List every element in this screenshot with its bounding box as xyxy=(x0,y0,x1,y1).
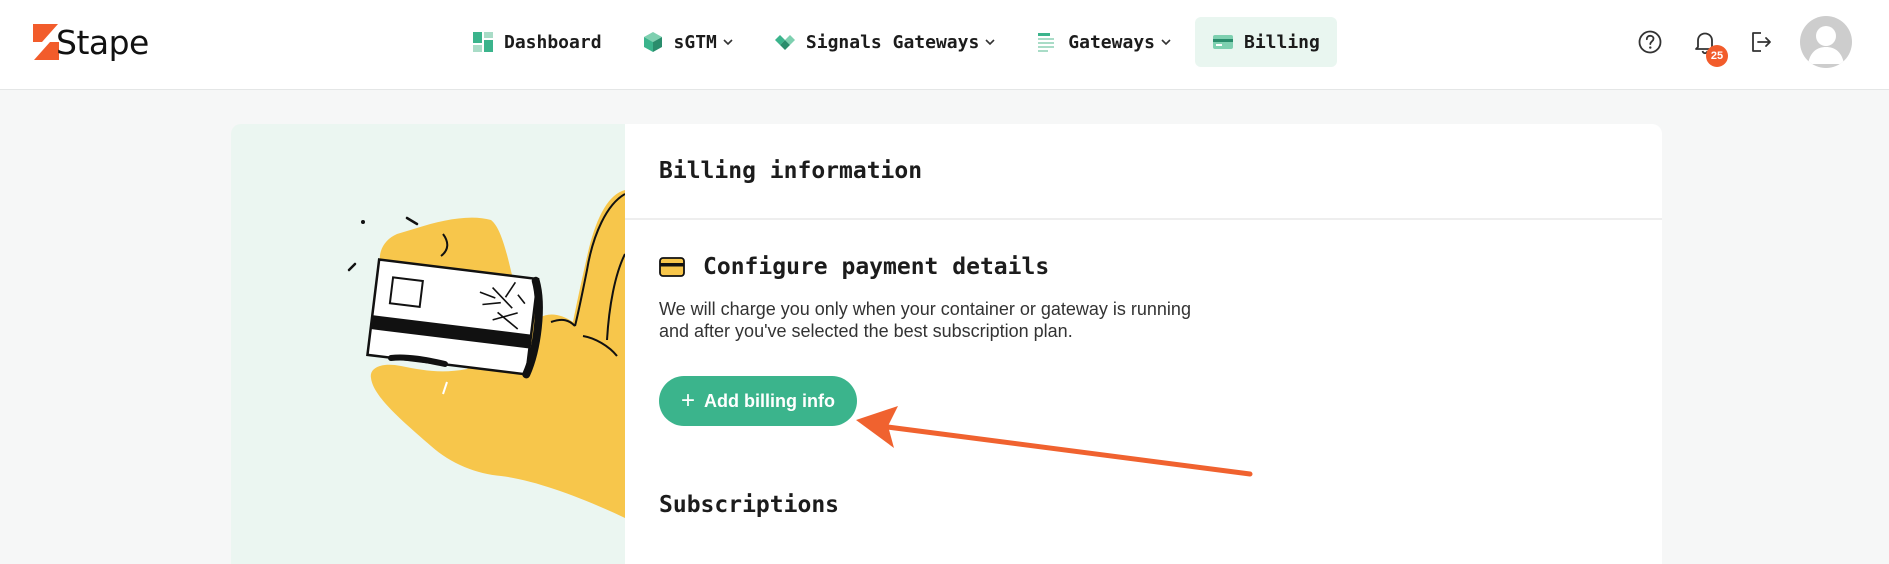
page-title: Billing information xyxy=(659,158,923,184)
nav-item-label: Dashboard xyxy=(504,31,602,53)
billing-illustration xyxy=(231,124,625,564)
user-avatar-icon xyxy=(1808,26,1844,64)
diamond-icon xyxy=(774,35,795,50)
hand-holding-card-illustration xyxy=(347,190,625,518)
nav-item-dashboard[interactable]: Dashboard xyxy=(455,17,619,67)
payment-section-title: Configure payment details xyxy=(703,254,1050,280)
billing-card: Billing information Configure payment de… xyxy=(231,124,1662,564)
brand-name: Stape xyxy=(56,22,149,62)
chevron-down-icon xyxy=(1161,39,1171,46)
nav-item-label: Signals Gateways xyxy=(805,31,980,53)
dashboard-icon xyxy=(473,32,493,52)
nav-item-sgtm[interactable]: sGTM xyxy=(625,17,751,67)
nav-item-label: Gateways xyxy=(1068,31,1155,53)
nav-item-signals-gateways[interactable]: Signals Gateways xyxy=(757,17,1013,67)
chevron-down-icon xyxy=(723,39,733,46)
plus-icon: + xyxy=(681,387,696,414)
payment-description: We will charge you only when your contai… xyxy=(659,299,1191,341)
subscriptions-title: Subscriptions xyxy=(659,492,840,518)
logout-icon[interactable] xyxy=(1746,28,1774,56)
payment-section-header: Configure payment details xyxy=(659,254,1049,280)
credit-card-icon xyxy=(1213,35,1233,49)
stape-logo[interactable]: Stape xyxy=(32,20,149,64)
chevron-down-icon xyxy=(985,39,995,46)
nav-item-label: Billing xyxy=(1244,31,1320,53)
list-icon xyxy=(1038,33,1055,52)
cube-icon xyxy=(643,32,662,52)
top-bar: Stape Dashboard sGTM Signals Gateways Ga… xyxy=(0,0,1889,90)
divider xyxy=(625,218,1662,220)
add-billing-info-button[interactable]: + Add billing info xyxy=(659,376,857,426)
notification-count-badge: 25 xyxy=(1706,45,1728,67)
avatar[interactable] xyxy=(1800,16,1852,68)
nav-item-billing[interactable]: Billing xyxy=(1195,17,1337,67)
nav-item-gateways[interactable]: Gateways xyxy=(1019,17,1189,67)
payment-card-icon xyxy=(659,257,685,277)
add-billing-info-label: Add billing info xyxy=(704,390,835,411)
nav-item-label: sGTM xyxy=(673,31,717,53)
help-icon[interactable] xyxy=(1636,28,1664,56)
main-nav: Dashboard sGTM Signals Gateways Gateways… xyxy=(455,17,1337,67)
billing-panel: Billing information Configure payment de… xyxy=(625,124,1662,564)
